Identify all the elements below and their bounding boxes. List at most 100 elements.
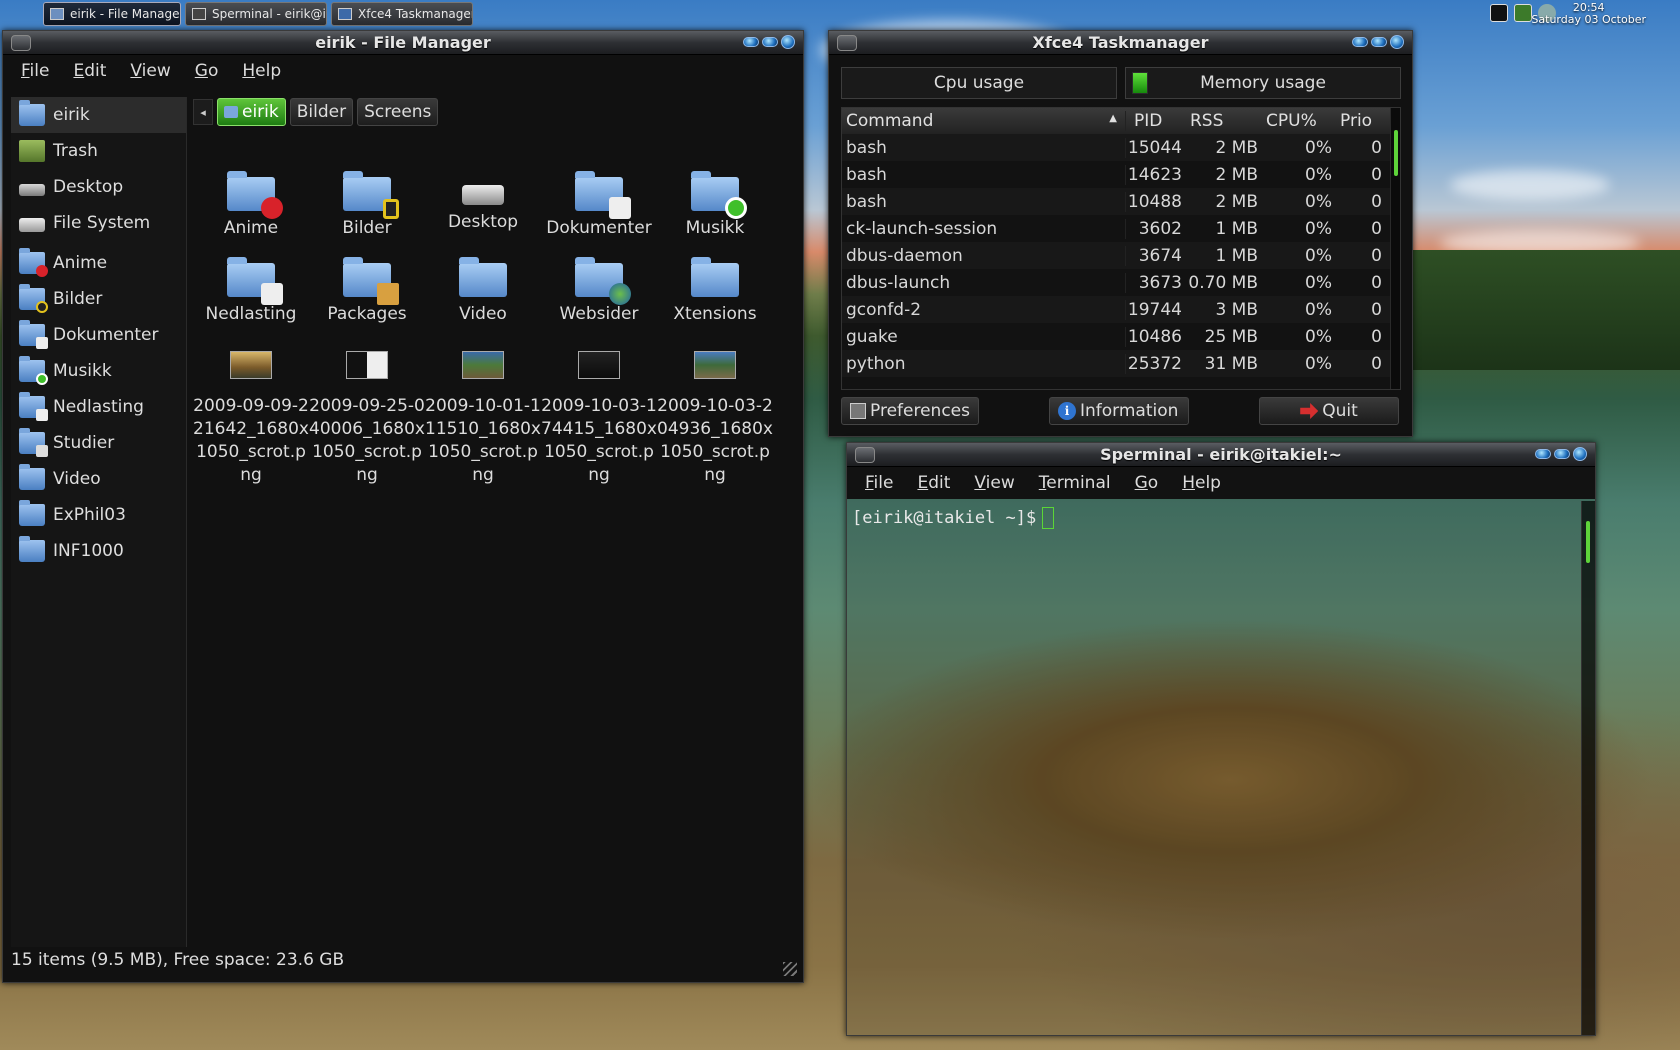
table-row[interactable]: gconfd-2 19744 3 MB 0% 0 bbox=[842, 296, 1400, 323]
folder-item-desktop[interactable]: Desktop bbox=[425, 177, 541, 234]
column-header-prio[interactable]: Prio bbox=[1332, 111, 1386, 131]
item-label: 2009-10-03-174415_1680x1050_scrot.png bbox=[541, 396, 657, 485]
table-row[interactable]: bash 10488 2 MB 0% 0 bbox=[842, 188, 1400, 215]
image-thumbnail-icon bbox=[694, 351, 736, 379]
minimize-button[interactable] bbox=[1352, 37, 1368, 47]
table-row[interactable]: ck-launch-session 3602 1 MB 0% 0 bbox=[842, 215, 1400, 242]
menu-help[interactable]: Help bbox=[230, 61, 293, 81]
menu-view[interactable]: View bbox=[118, 61, 182, 81]
maximize-button[interactable] bbox=[1371, 37, 1387, 47]
column-header-pid[interactable]: PID bbox=[1126, 111, 1182, 131]
sidebar-item-anime[interactable]: Anime bbox=[11, 245, 186, 281]
path-crumb-bilder[interactable]: Bilder bbox=[289, 98, 354, 126]
sidebar-item-dokumenter[interactable]: Dokumenter bbox=[11, 317, 186, 353]
folder-item-anime[interactable]: Anime bbox=[193, 171, 309, 240]
column-header-rss[interactable]: RSS bbox=[1182, 111, 1258, 131]
sidebar-item-video[interactable]: Video bbox=[11, 461, 186, 497]
quit-button[interactable]: Quit bbox=[1259, 397, 1399, 425]
menu-go[interactable]: Go bbox=[183, 61, 231, 81]
minimize-button[interactable] bbox=[1535, 449, 1551, 459]
folder-item-websider[interactable]: Websider bbox=[541, 257, 657, 326]
window-menu-button[interactable] bbox=[837, 35, 857, 51]
file-item-screenshot[interactable]: 2009-10-01-111510_1680x1050_scrot.png bbox=[425, 351, 541, 487]
cell-cpu: 0% bbox=[1305, 164, 1332, 185]
cell-cpu: 0% bbox=[1305, 191, 1332, 212]
taskbar-item-file-manager[interactable]: eirik - File Manager bbox=[43, 2, 181, 26]
terminal-titlebar[interactable]: Sperminal - eirik@itakiel:~ bbox=[847, 443, 1595, 467]
window-menu-button[interactable] bbox=[855, 447, 875, 463]
maximize-button[interactable] bbox=[762, 37, 778, 47]
folder-item-xtensions[interactable]: Xtensions bbox=[657, 257, 773, 326]
information-button[interactable]: i Information bbox=[1049, 397, 1189, 425]
item-label: Xtensions bbox=[673, 304, 757, 324]
path-crumb-eirik[interactable]: eirik bbox=[217, 98, 286, 126]
menu-file[interactable]: File bbox=[9, 61, 61, 81]
menu-edit[interactable]: Edit bbox=[61, 61, 118, 81]
sidebar-item-trash[interactable]: Trash bbox=[11, 133, 186, 169]
memory-bar bbox=[1132, 72, 1148, 94]
sidebar-item-inf1000[interactable]: INF1000 bbox=[11, 533, 186, 569]
menu-terminal[interactable]: Terminal bbox=[1027, 473, 1123, 493]
menu-help[interactable]: Help bbox=[1170, 473, 1233, 493]
table-row[interactable]: dbus-daemon 3674 1 MB 0% 0 bbox=[842, 242, 1400, 269]
cell-prio: 0 bbox=[1371, 164, 1382, 185]
sidebar-item-musikk[interactable]: Musikk bbox=[11, 353, 186, 389]
minimize-button[interactable] bbox=[743, 37, 759, 47]
table-row[interactable]: dbus-launch 3673 0.70 MB 0% 0 bbox=[842, 269, 1400, 296]
folder-item-packages[interactable]: Packages bbox=[309, 257, 425, 326]
sidebar-item-nedlasting[interactable]: Nedlasting bbox=[11, 389, 186, 425]
path-crumb-screens[interactable]: Screens bbox=[357, 98, 439, 126]
taskbar-item-terminal[interactable]: Sperminal - eirik@i... bbox=[185, 2, 327, 26]
sidebar-item-file-system[interactable]: File System bbox=[11, 205, 186, 241]
preferences-button[interactable]: Preferences bbox=[841, 397, 979, 425]
folder-item-nedlasting[interactable]: Nedlasting bbox=[193, 257, 309, 326]
file-item-screenshot[interactable]: 2009-09-25-040006_1680x1050_scrot.png bbox=[309, 351, 425, 487]
taskmanager-titlebar[interactable]: Xfce4 Taskmanager bbox=[829, 31, 1412, 55]
sidebar-item-bilder[interactable]: Bilder bbox=[11, 281, 186, 317]
path-scroll-left-button[interactable]: ◂ bbox=[193, 99, 213, 125]
process-table-scrollbar[interactable] bbox=[1390, 108, 1400, 389]
folder-item-musikk[interactable]: Musikk bbox=[657, 171, 773, 240]
table-row[interactable]: guake 10486 25 MB 0% 0 bbox=[842, 323, 1400, 350]
sidebar-item-eirik[interactable]: eirik bbox=[11, 97, 186, 133]
menu-edit[interactable]: Edit bbox=[905, 473, 962, 493]
file-item-screenshot[interactable]: 2009-09-09-221642_1680x1050_scrot.png bbox=[193, 351, 309, 487]
cell-prio: 0 bbox=[1371, 299, 1382, 320]
sidebar-item-label: Desktop bbox=[53, 177, 124, 197]
folder-item-video[interactable]: Video bbox=[425, 257, 541, 326]
clock[interactable]: 20:54 Saturday 03 October bbox=[1531, 2, 1646, 26]
taskbar-item-taskmanager[interactable]: Xfce4 Taskmanager bbox=[331, 2, 473, 26]
sidebar-item-exphil03[interactable]: ExPhil03 bbox=[11, 497, 186, 533]
resize-grip[interactable] bbox=[783, 962, 797, 976]
cell-command: bash bbox=[842, 137, 1126, 158]
close-button[interactable] bbox=[1390, 35, 1404, 49]
close-button[interactable] bbox=[1573, 447, 1587, 461]
menu-go[interactable]: Go bbox=[1123, 473, 1171, 493]
folder-item-bilder[interactable]: Bilder bbox=[309, 171, 425, 240]
maximize-button[interactable] bbox=[1554, 449, 1570, 459]
menu-view[interactable]: View bbox=[962, 473, 1026, 493]
column-header-cpu[interactable]: CPU% bbox=[1258, 111, 1332, 131]
table-row[interactable]: bash 15044 2 MB 0% 0 bbox=[842, 134, 1400, 161]
column-header-command[interactable]: Command ▲ bbox=[842, 111, 1126, 131]
taskmanager-icon bbox=[338, 8, 352, 20]
battery-icon[interactable] bbox=[1490, 4, 1508, 22]
terminal-output[interactable]: [eirik@itakiel ~]$ bbox=[847, 501, 1581, 1035]
sidebar-item-desktop[interactable]: Desktop bbox=[11, 169, 186, 205]
folder-item-dokumenter[interactable]: Dokumenter bbox=[541, 171, 657, 240]
sidebar-item-studier[interactable]: Studier bbox=[11, 425, 186, 461]
menu-file[interactable]: File bbox=[853, 473, 905, 493]
file-manager-titlebar[interactable]: eirik - File Manager bbox=[3, 31, 803, 55]
scrollbar-thumb[interactable] bbox=[1394, 130, 1398, 176]
table-row[interactable]: python 25372 31 MB 0% 0 bbox=[842, 350, 1400, 377]
table-row[interactable]: bash 14623 2 MB 0% 0 bbox=[842, 161, 1400, 188]
terminal-scrollbar[interactable] bbox=[1581, 501, 1595, 1035]
path-crumb-label: Screens bbox=[364, 102, 432, 122]
file-item-screenshot[interactable]: 2009-10-03-204936_1680x1050_scrot.png bbox=[657, 351, 773, 487]
network-icon[interactable] bbox=[1514, 4, 1532, 22]
terminal-window: Sperminal - eirik@itakiel:~ File Edit Vi… bbox=[846, 442, 1596, 1036]
file-item-screenshot[interactable]: 2009-10-03-174415_1680x1050_scrot.png bbox=[541, 351, 657, 487]
close-button[interactable] bbox=[781, 35, 795, 49]
scrollbar-thumb[interactable] bbox=[1586, 521, 1590, 563]
window-menu-button[interactable] bbox=[11, 35, 31, 51]
